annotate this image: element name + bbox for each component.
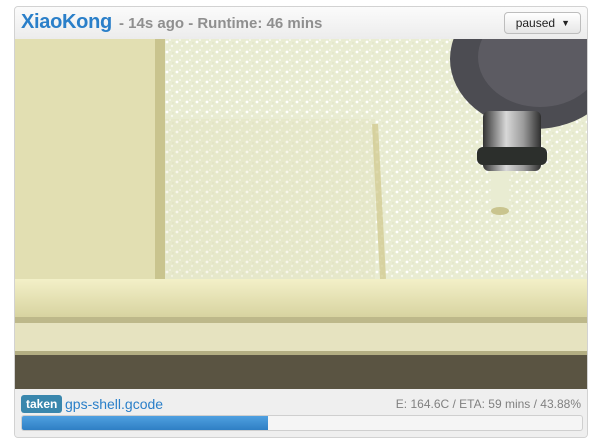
job-footer: taken gps-shell.gcode E: 164.6C / ETA: 5… <box>15 389 587 437</box>
gcode-filename-link[interactable]: gps-shell.gcode <box>65 395 163 413</box>
status-dropdown[interactable]: paused ▼ <box>503 12 581 34</box>
progress-bar <box>21 415 583 431</box>
status-dropdown-label: paused <box>515 16 556 30</box>
status-badge: taken <box>21 395 63 413</box>
update-meta: - 14s ago - Runtime: 46 mins <box>119 15 323 32</box>
progress-fill <box>22 416 268 430</box>
caret-down-icon: ▼ <box>561 18 570 28</box>
printer-name[interactable]: XiaoKong <box>21 11 112 34</box>
job-stats: E: 164.6C / ETA: 59 mins / 43.88% <box>395 397 581 411</box>
camera-feed <box>15 39 587 389</box>
printer-card: XiaoKong - 14s ago - Runtime: 46 mins pa… <box>14 6 588 438</box>
card-header: XiaoKong - 14s ago - Runtime: 46 mins pa… <box>15 7 587 39</box>
